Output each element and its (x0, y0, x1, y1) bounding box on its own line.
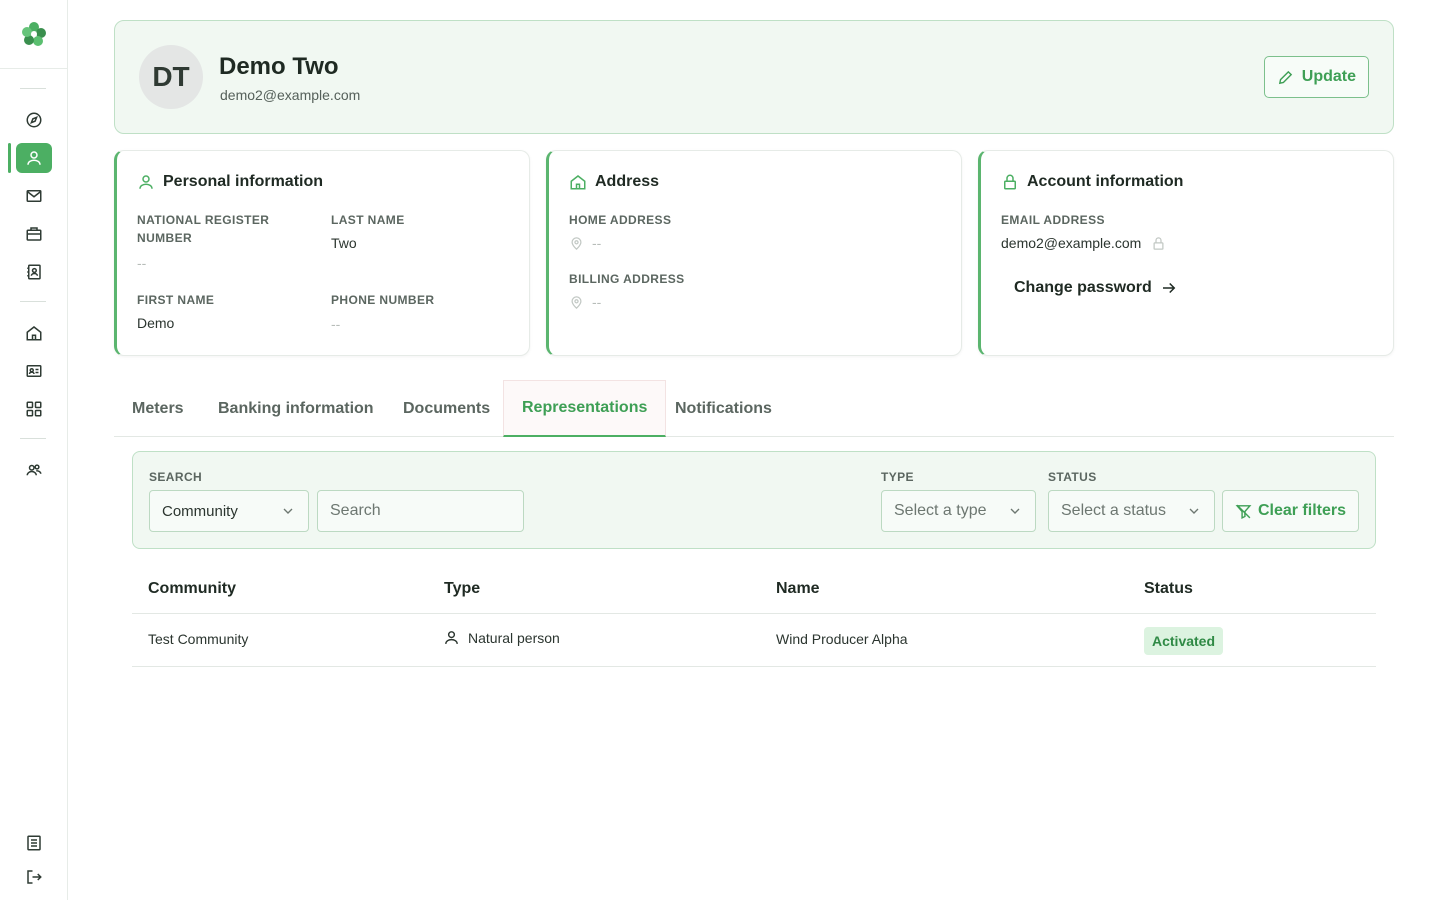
home-address-value: -- (569, 235, 601, 251)
contact-book-icon (27, 264, 41, 280)
avatar: DT (139, 45, 203, 109)
type-label: TYPE (881, 470, 914, 484)
tab-meters[interactable]: Meters (114, 380, 202, 437)
compass-icon (26, 112, 42, 128)
sidebar-item-home[interactable] (16, 318, 52, 348)
logo-icon[interactable] (19, 19, 49, 49)
sidebar-item-logout[interactable] (16, 862, 52, 892)
logout-icon (27, 870, 42, 884)
id-card-icon (26, 365, 42, 377)
arrow-right-icon (1162, 282, 1176, 294)
chevron-down-icon (1189, 508, 1199, 514)
document-icon (27, 835, 41, 851)
sidebar-item-docs[interactable] (16, 828, 52, 858)
column-header-community[interactable]: Community (148, 580, 236, 598)
national-register-label: NATIONAL REGISTER NUMBER (137, 213, 270, 245)
sidebar-item-contacts[interactable] (16, 257, 52, 287)
tab-documents[interactable]: Documents (385, 380, 508, 437)
chevron-down-icon (1010, 508, 1020, 514)
address-card: Address HOME ADDRESS -- BILLING ADDRESS … (546, 150, 962, 356)
representations-table: Community Type Name Status Test Communit… (132, 566, 1376, 667)
personal-information-card: Personal information NATIONAL REGISTER N… (114, 150, 530, 356)
cell-name: Wind Producer Alpha (776, 631, 908, 647)
search-label: SEARCH (149, 470, 203, 484)
home-icon (570, 175, 586, 190)
column-header-status[interactable]: Status (1144, 580, 1193, 598)
home-address-label: HOME ADDRESS (569, 213, 672, 227)
phone-value: -- (331, 316, 341, 332)
user-icon (139, 175, 153, 189)
search-scope-select[interactable]: Community (149, 490, 309, 532)
sidebar (0, 0, 68, 900)
tab-representations[interactable]: Representations (503, 380, 667, 437)
map-pin-icon (571, 236, 582, 250)
clear-filters-button[interactable]: Clear filters (1221, 490, 1359, 532)
sidebar-item-profile[interactable] (16, 143, 52, 173)
national-register-value: -- (137, 255, 147, 271)
update-button-label: Update (1301, 68, 1356, 85)
card-title: Account information (1001, 173, 1183, 191)
search-input[interactable] (317, 490, 524, 532)
tab-notifications[interactable]: Notifications (657, 380, 790, 437)
status-label: STATUS (1048, 470, 1097, 484)
status-select[interactable]: Select a status (1048, 490, 1215, 532)
cell-type: Natural person (443, 629, 560, 646)
users-icon (26, 464, 42, 476)
sidebar-item-messages[interactable] (16, 181, 52, 211)
billing-address-label: BILLING ADDRESS (569, 272, 685, 286)
briefcase-icon (26, 227, 42, 241)
column-header-name[interactable]: Name (776, 580, 820, 598)
account-information-card: Account information EMAIL ADDRESS demo2@… (978, 150, 1394, 356)
email-address-label: EMAIL ADDRESS (1001, 213, 1105, 227)
billing-address-value: -- (569, 294, 601, 310)
email-address-value: demo2@example.com (1001, 235, 1166, 251)
home-icon (26, 326, 42, 341)
user-email: demo2@example.com (220, 87, 361, 103)
sidebar-item-users[interactable] (16, 455, 52, 485)
sidebar-item-explore[interactable] (16, 105, 52, 135)
sidebar-item-id-card[interactable] (16, 356, 52, 386)
map-pin-icon (571, 295, 582, 309)
status-badge: Activated (1144, 627, 1224, 655)
first-name-label: FIRST NAME (137, 293, 215, 307)
change-password-link[interactable]: Change password (1014, 279, 1178, 297)
cell-community: Test Community (148, 631, 249, 647)
pencil-icon (1278, 70, 1292, 84)
sidebar-item-apps[interactable] (16, 394, 52, 424)
card-title: Personal information (137, 173, 323, 191)
lock-icon (1004, 174, 1016, 190)
type-select[interactable]: Select a type (881, 490, 1036, 532)
update-button[interactable]: Update (1263, 56, 1369, 98)
last-name-label: LAST NAME (331, 213, 405, 227)
card-title: Address (569, 173, 659, 191)
filter-clear-icon (1235, 504, 1252, 519)
user-icon (445, 631, 458, 644)
lock-icon (1153, 236, 1164, 250)
column-header-type[interactable]: Type (444, 580, 480, 598)
user-icon (27, 151, 41, 165)
sidebar-item-portfolio[interactable] (16, 219, 52, 249)
chevron-down-icon (283, 508, 293, 514)
user-name: Demo Two (219, 53, 339, 80)
grid-icon (26, 401, 42, 417)
tab-banking-information[interactable]: Banking information (200, 380, 392, 437)
profile-header: DT Demo Two demo2@example.com Update (114, 20, 1394, 134)
phone-label: PHONE NUMBER (331, 293, 435, 307)
table-header: Community Type Name Status (132, 566, 1376, 614)
mail-icon (26, 190, 42, 202)
tab-bar: Meters Banking information Documents Rep… (114, 380, 1394, 437)
filter-panel: SEARCH Community TYPE Select a type STAT… (132, 451, 1376, 549)
table-row[interactable]: Test Community Natural person Wind Produ… (132, 614, 1376, 667)
last-name-value: Two (331, 235, 357, 251)
first-name-value: Demo (137, 315, 175, 331)
